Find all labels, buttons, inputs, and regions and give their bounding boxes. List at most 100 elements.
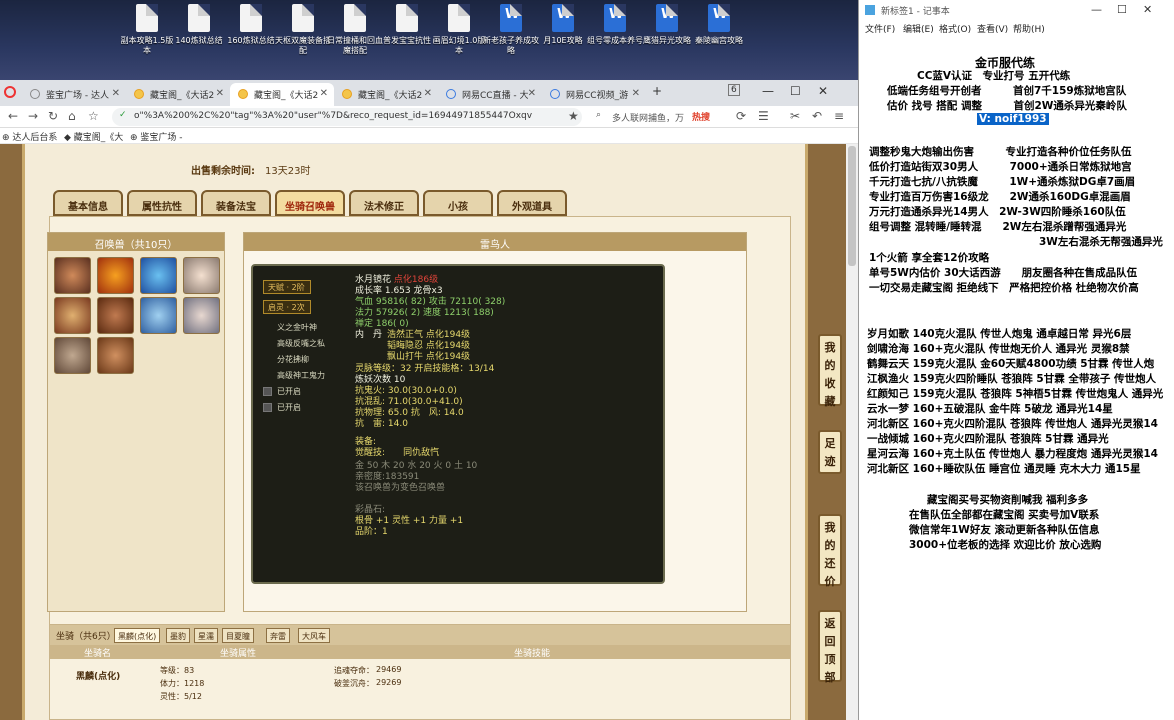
summon-name-header: 雷鸟人 — [244, 233, 746, 251]
desktop-file-icon[interactable]: 140炼狱总结 — [170, 4, 228, 46]
notepad-text-area[interactable]: 金币服代练 CC蓝V认证 专业打号 五开代练 低端任务组号开创者 首创7千159… — [859, 46, 1174, 720]
desktop-file-icon[interactable]: 组号零成本养号 — [586, 4, 644, 46]
summon-avatar[interactable] — [97, 257, 134, 294]
desktop-file-icon[interactable]: 天枢双魔装备搭配 — [274, 4, 332, 56]
text-line: 微信常年1W好友 滚动更新各种队伍信息 — [909, 524, 1100, 536]
neidan-label: 内 丹 — [355, 330, 383, 340]
menu-edit[interactable]: 编辑(E) — [903, 22, 934, 35]
undo-icon[interactable]: ↶ — [812, 109, 822, 123]
mount-stamina: 体力：1218 — [160, 679, 205, 688]
summon-avatar[interactable] — [54, 257, 91, 294]
my-favorites-button[interactable]: 我的收藏 — [818, 334, 842, 408]
scissors-icon[interactable]: ✂ — [790, 109, 800, 123]
desktop-file-icon[interactable]: 鹰猎异光攻略 — [638, 4, 696, 46]
desktop-file-icon[interactable]: 160炼狱总结 — [222, 4, 280, 46]
browser-tab[interactable]: 藏宝阁_《大话2 ✕ — [126, 83, 230, 106]
minimize-button[interactable]: — — [1091, 3, 1102, 16]
tab-equipment[interactable]: 装备法宝 — [201, 190, 271, 216]
sale-time-value: 13天23时 — [265, 166, 311, 177]
summon-avatar[interactable] — [183, 297, 220, 334]
summon-avatar[interactable] — [97, 297, 134, 334]
back-to-top-button[interactable]: 返回顶部 — [818, 610, 842, 684]
desktop-file-icon[interactable]: 月10E攻略 — [534, 4, 592, 46]
menu-view[interactable]: 查看(V) — [977, 22, 1008, 35]
mount-tab[interactable]: 目夏瞳 — [222, 628, 254, 643]
close-icon[interactable]: ✕ — [112, 88, 120, 99]
menu-format[interactable]: 格式(O) — [939, 22, 971, 35]
window-close-button[interactable]: ✕ — [1143, 3, 1152, 16]
tab-label: 藏宝阁_《大话2 — [358, 91, 423, 101]
scrollbar-thumb[interactable] — [848, 146, 856, 266]
desktop-file-icon[interactable]: 秦陵幽宫攻略 — [690, 4, 748, 46]
close-icon[interactable]: ✕ — [216, 88, 224, 99]
desktop-file-icon[interactable]: 日常撞桶和回血魔搭配 — [326, 4, 384, 56]
footprint-button[interactable]: 足迹 — [818, 430, 842, 474]
more-icon[interactable]: ≡ — [834, 109, 844, 123]
mount-tab[interactable]: 墨豹 — [166, 628, 190, 643]
my-bids-button[interactable]: 我的还价 — [818, 514, 842, 588]
mount-tab[interactable]: 大风车 — [298, 628, 330, 643]
close-icon[interactable]: ✕ — [528, 88, 536, 99]
menu-help[interactable]: 帮助(H) — [1013, 22, 1045, 35]
bookmark-item[interactable]: ⊕ 鉴宝广场 - — [130, 130, 183, 143]
browser-tab[interactable]: 藏宝阁_《大话2 ✕ — [334, 83, 438, 106]
maximize-button[interactable]: ☐ — [790, 84, 801, 98]
summon-tooltip: 天赋 · 2阶 启灵 · 2次 义之金叶神 高级反嘴之私 分花拂柳 高级神工鬼力… — [251, 264, 665, 584]
window-close-button[interactable]: ✕ — [818, 84, 828, 98]
browser-tab[interactable]: 鉴宝广场 - 达人 ✕ — [22, 83, 126, 106]
summon-avatar[interactable] — [140, 257, 177, 294]
bookmark-item[interactable]: ⊕ 达人后台系 — [2, 130, 57, 143]
side-button-label: 足迹 — [824, 437, 836, 468]
back-icon[interactable]: ← — [8, 109, 18, 123]
bookmark-star-icon[interactable]: ☆ — [88, 109, 99, 123]
close-icon[interactable]: ✕ — [632, 88, 640, 99]
tab-mount-summon[interactable]: 坐骑召唤兽 — [275, 190, 345, 216]
desktop-file-icon[interactable]: 普发宝宝抗性 — [378, 4, 436, 46]
browser-tab-active[interactable]: 藏宝阁_《大话2 ✕ — [230, 83, 334, 106]
tab-child[interactable]: 小孩 — [423, 190, 493, 216]
tab-attributes[interactable]: 属性抗性 — [127, 190, 197, 216]
desktop-icon-label: 秦陵幽宫攻略 — [695, 36, 743, 45]
search-placeholder: 多人联网捕鱼，万 — [612, 114, 685, 124]
maximize-button[interactable]: ☐ — [1117, 3, 1127, 16]
tab-count-badge[interactable]: 6 — [728, 84, 740, 96]
desktop-file-icon[interactable]: 画眉幻境1.0版本 — [430, 4, 488, 56]
mount-tab[interactable]: 星濡 — [194, 628, 218, 643]
new-tab-button[interactable]: + — [652, 84, 662, 98]
browser-tab[interactable]: 网易CC视频_游 ✕ — [542, 83, 646, 106]
bookmark-item[interactable]: ◆ 藏宝阁_《大 — [64, 130, 123, 143]
summon-avatar[interactable] — [54, 337, 91, 374]
tab-basic-info[interactable]: 基本信息 — [53, 190, 123, 216]
hot-search-badge[interactable]: 热搜 — [692, 110, 710, 123]
document-icon — [396, 4, 418, 32]
mount-skill-value: 29269 — [376, 678, 402, 687]
minimize-button[interactable]: — — [762, 84, 774, 98]
home-icon[interactable]: ⌂ — [68, 109, 76, 123]
sync-icon[interactable]: ⟳ — [736, 109, 746, 123]
tab-appearance[interactable]: 外观道具 — [497, 190, 567, 216]
browser-tab[interactable]: 网易CC直播 - 大 ✕ — [438, 83, 542, 106]
mount-tab[interactable]: 奔雷 — [266, 628, 290, 643]
text-line: 岁月如歌 140克火混队 传世人炮鬼 通卓越日常 异光6层 — [867, 328, 1132, 340]
menu-file[interactable]: 文件(F) — [865, 22, 895, 35]
summon-avatar[interactable] — [140, 297, 177, 334]
url-input[interactable]: ✓ o"%3A%200%2C%20"tag"%3A%20"user"%7D&rec… — [112, 108, 582, 126]
close-icon[interactable]: ✕ — [320, 88, 328, 99]
summon-avatar[interactable] — [97, 337, 134, 374]
summon-avatar[interactable] — [183, 257, 220, 294]
tab-spells[interactable]: 法术修正 — [349, 190, 419, 216]
text-line: 低端任务组号开创者 首创7千159炼狱地宫队 — [887, 85, 1127, 97]
refresh-icon[interactable]: ↻ — [48, 109, 58, 123]
desktop-icon-label: 普发宝宝抗性 — [383, 36, 431, 45]
summon-avatar[interactable] — [54, 297, 91, 334]
star-icon[interactable]: ★ — [568, 109, 579, 123]
cbg-icon — [342, 89, 352, 99]
page-scrollbar[interactable] — [846, 144, 858, 720]
forward-icon[interactable]: → — [28, 109, 38, 123]
desktop-file-icon[interactable]: 副本攻略1.5版本 — [118, 4, 176, 56]
desktop-file-icon[interactable]: 新老孩子养成攻略 — [482, 4, 540, 56]
menu-icon[interactable]: ☰ — [758, 109, 769, 123]
close-icon[interactable]: ✕ — [424, 88, 432, 99]
mount-tab[interactable]: 黑麟(点化) — [114, 628, 161, 643]
bookmark-label: 鉴宝广场 - — [140, 133, 183, 143]
